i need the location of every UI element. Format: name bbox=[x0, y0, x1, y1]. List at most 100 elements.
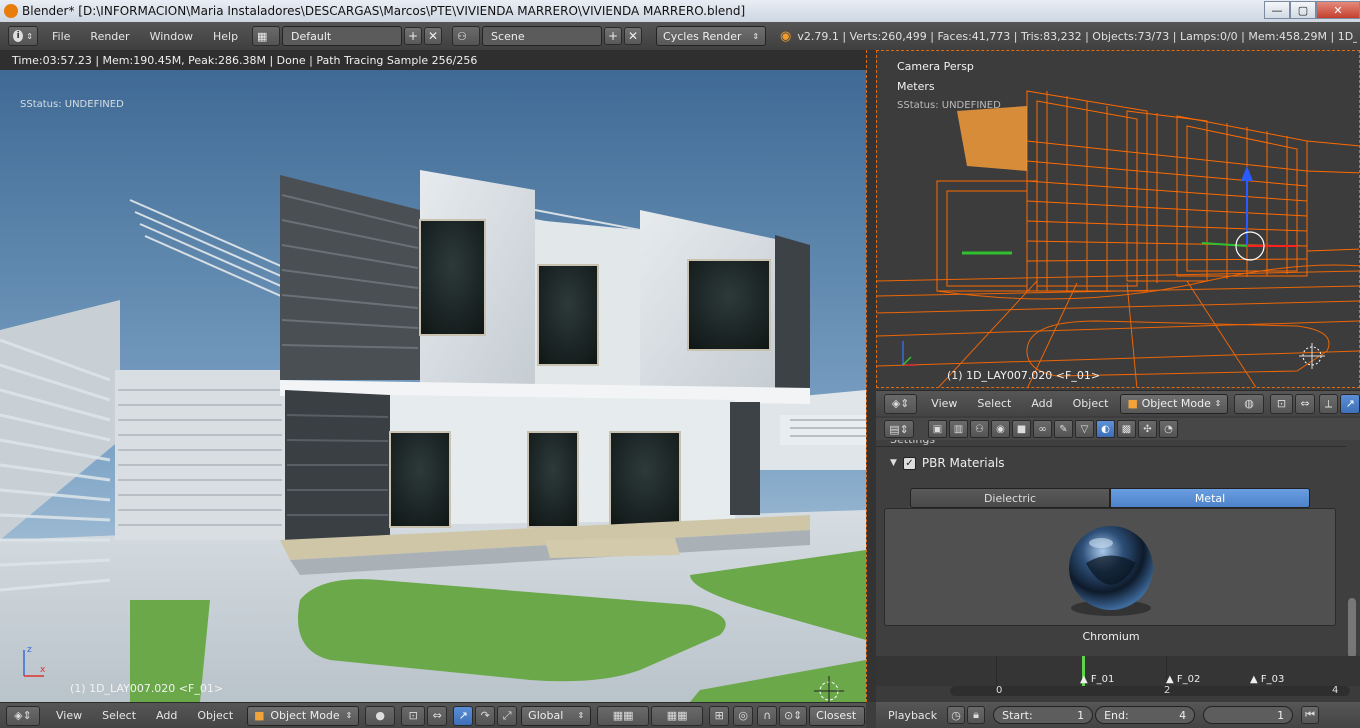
current-frame-field[interactable]: 1 bbox=[1203, 706, 1294, 724]
render-engine-value: Cycles Render bbox=[663, 29, 742, 43]
texture-tab[interactable]: ▩ bbox=[1117, 420, 1136, 438]
end-frame-field[interactable]: End: 4 bbox=[1095, 706, 1196, 724]
remove-scene-button[interactable]: ✕ bbox=[624, 27, 643, 45]
editor-type-button[interactable]: ◈⇕ bbox=[6, 705, 40, 726]
minimize-button[interactable]: — bbox=[1264, 1, 1290, 19]
jump-start-button[interactable]: ⏮ bbox=[1301, 706, 1320, 724]
object-tab[interactable]: ■ bbox=[1012, 420, 1031, 438]
pivot-dropdown[interactable]: ⊡ bbox=[1269, 393, 1294, 414]
close-button[interactable]: ✕ bbox=[1316, 1, 1360, 19]
constraints-tab[interactable]: ∞ bbox=[1033, 420, 1052, 438]
scene-icon: ⚇ bbox=[457, 29, 467, 43]
maximize-button[interactable]: ▢ bbox=[1290, 1, 1316, 19]
menu-view[interactable]: View bbox=[921, 397, 967, 410]
lock-icon: ⊞ bbox=[714, 709, 724, 722]
layers-grid-2[interactable]: ▦▦ bbox=[651, 705, 704, 726]
translate-toggle[interactable]: ↗ bbox=[453, 705, 474, 726]
metal-tab[interactable]: Metal bbox=[1110, 488, 1310, 508]
scene-field[interactable]: Scene bbox=[482, 26, 603, 46]
mode-dropdown[interactable]: ■ Object Mode ⇕ bbox=[1120, 393, 1229, 414]
shading-dropdown[interactable]: ● bbox=[365, 705, 396, 726]
editor-type-button[interactable]: i ⇕ bbox=[8, 26, 38, 46]
svg-text:z: z bbox=[27, 645, 32, 655]
add-scene-button[interactable]: + bbox=[604, 27, 623, 45]
world-tab[interactable]: ◉ bbox=[991, 420, 1010, 438]
layout-browse-button[interactable]: ▦ bbox=[252, 26, 281, 46]
object-icon: ■ bbox=[1016, 423, 1027, 435]
render-engine-dropdown[interactable]: Cycles Render ⇕ bbox=[656, 26, 767, 46]
plus-icon: + bbox=[408, 29, 419, 43]
menu-add[interactable]: Add bbox=[1021, 397, 1062, 410]
translate-toggle[interactable]: ↗ bbox=[1340, 393, 1360, 414]
blender-logo-icon bbox=[4, 4, 18, 18]
mode-dropdown[interactable]: ■ Object Mode ⇕ bbox=[247, 705, 360, 726]
editor-type-button[interactable]: ◈⇕ bbox=[884, 393, 918, 414]
lock-layers-button[interactable]: ⊞ bbox=[709, 705, 730, 726]
camera-viewport[interactable]: Camera Persp Meters SStatus: UNDEFINED (… bbox=[876, 50, 1360, 388]
pivot-dropdown[interactable]: ⊡ bbox=[401, 705, 426, 726]
marker-f01[interactable]: ▲ F_01 bbox=[1080, 674, 1114, 685]
modifiers-tab[interactable]: ✎ bbox=[1054, 420, 1073, 438]
manipulator-toggle[interactable]: ⇔ bbox=[427, 705, 448, 726]
layout-field[interactable]: Default bbox=[282, 26, 403, 46]
pbr-panel-header[interactable]: ▼ ✓ PBR Materials bbox=[890, 456, 1005, 470]
physics-tab[interactable]: ◔ bbox=[1159, 420, 1178, 438]
editor-type-button[interactable]: ▤⇕ bbox=[884, 420, 914, 438]
particles-icon: ✣ bbox=[1143, 423, 1152, 435]
orientation-dropdown[interactable]: Global ⇕ bbox=[521, 705, 592, 726]
material-tab[interactable]: ◐ bbox=[1096, 420, 1115, 438]
pbr-panel-title: PBR Materials bbox=[921, 456, 1005, 470]
manipulator-toggle[interactable]: ⇔ bbox=[1295, 393, 1315, 414]
add-layout-button[interactable]: + bbox=[404, 27, 423, 45]
chromium-preview-icon bbox=[1069, 526, 1153, 616]
playback-menu[interactable]: Playback bbox=[878, 709, 947, 722]
rendered-viewport[interactable]: SStatus: UNDEFINED (1) 1D_LAY007.020 <F_… bbox=[0, 70, 866, 702]
scale-toggle[interactable]: ⤢ bbox=[497, 705, 518, 726]
scene-browse-button[interactable]: ⚇ bbox=[452, 26, 481, 46]
layers-grid[interactable]: ▦▦ bbox=[597, 705, 650, 726]
marker-f02[interactable]: ▲ F_02 bbox=[1166, 674, 1200, 685]
lock-range-button[interactable]: 🔒︎ bbox=[967, 706, 986, 724]
menu-select[interactable]: Select bbox=[92, 709, 146, 722]
rotate-toggle[interactable]: ↷ bbox=[475, 705, 496, 726]
scene-tab[interactable]: ⚇ bbox=[970, 420, 989, 438]
layout-grid-icon: ▦ bbox=[257, 29, 268, 43]
props-scrollbar[interactable] bbox=[1348, 448, 1356, 658]
layers-icon: ▦▦ bbox=[666, 709, 688, 722]
sync-button[interactable]: ◷ bbox=[947, 706, 966, 724]
timeline[interactable]: ▲ F_01 ▲ F_02 ▲ F_03 0 2 4 bbox=[876, 656, 1360, 702]
menu-object[interactable]: Object bbox=[187, 709, 243, 722]
start-frame-field[interactable]: Start: 1 bbox=[993, 706, 1094, 724]
material-preview[interactable] bbox=[884, 508, 1336, 626]
timeline-track[interactable]: ▲ F_01 ▲ F_02 ▲ F_03 bbox=[876, 656, 1360, 686]
marker-f03[interactable]: ▲ F_03 bbox=[1250, 674, 1284, 685]
dielectric-tab[interactable]: Dielectric bbox=[910, 488, 1110, 508]
snap-toggle[interactable]: ∩ bbox=[757, 705, 778, 726]
particles-tab[interactable]: ✣ bbox=[1138, 420, 1157, 438]
menu-select[interactable]: Select bbox=[967, 397, 1021, 410]
snap-element-dropdown[interactable]: ⊙⇕ bbox=[779, 705, 808, 726]
render-tab[interactable]: ▣ bbox=[928, 420, 947, 438]
view-name-label: Camera Persp bbox=[897, 60, 974, 73]
x-icon: ✕ bbox=[428, 29, 439, 43]
viewport-divider[interactable] bbox=[866, 50, 876, 702]
layers-tab[interactable]: ▥ bbox=[949, 420, 968, 438]
lock-icon: 🔒︎ bbox=[973, 708, 980, 721]
left-viewport-header: ◈⇕ View Select Add Object ■ Object Mode … bbox=[0, 702, 866, 728]
menu-view[interactable]: View bbox=[46, 709, 92, 722]
remove-layout-button[interactable]: ✕ bbox=[424, 27, 443, 45]
cube-icon: ■ bbox=[1127, 397, 1138, 410]
menu-render[interactable]: Render bbox=[80, 30, 139, 43]
shading-dropdown[interactable]: ◍ bbox=[1234, 393, 1264, 414]
snap-target-dropdown[interactable]: Closest bbox=[809, 705, 866, 726]
pbr-checkbox[interactable]: ✓ bbox=[902, 456, 916, 470]
menu-window[interactable]: Window bbox=[140, 30, 203, 43]
menu-help[interactable]: Help bbox=[203, 30, 248, 43]
data-tab[interactable]: ▽ bbox=[1075, 420, 1094, 438]
menu-object[interactable]: Object bbox=[1063, 397, 1119, 410]
timeline-scrollbar[interactable] bbox=[950, 686, 1350, 696]
menu-file[interactable]: File bbox=[42, 30, 80, 43]
menu-add[interactable]: Add bbox=[146, 709, 187, 722]
proportional-edit-button[interactable]: ◎ bbox=[733, 705, 754, 726]
axis-toggle[interactable]: ⟂ bbox=[1318, 393, 1339, 414]
